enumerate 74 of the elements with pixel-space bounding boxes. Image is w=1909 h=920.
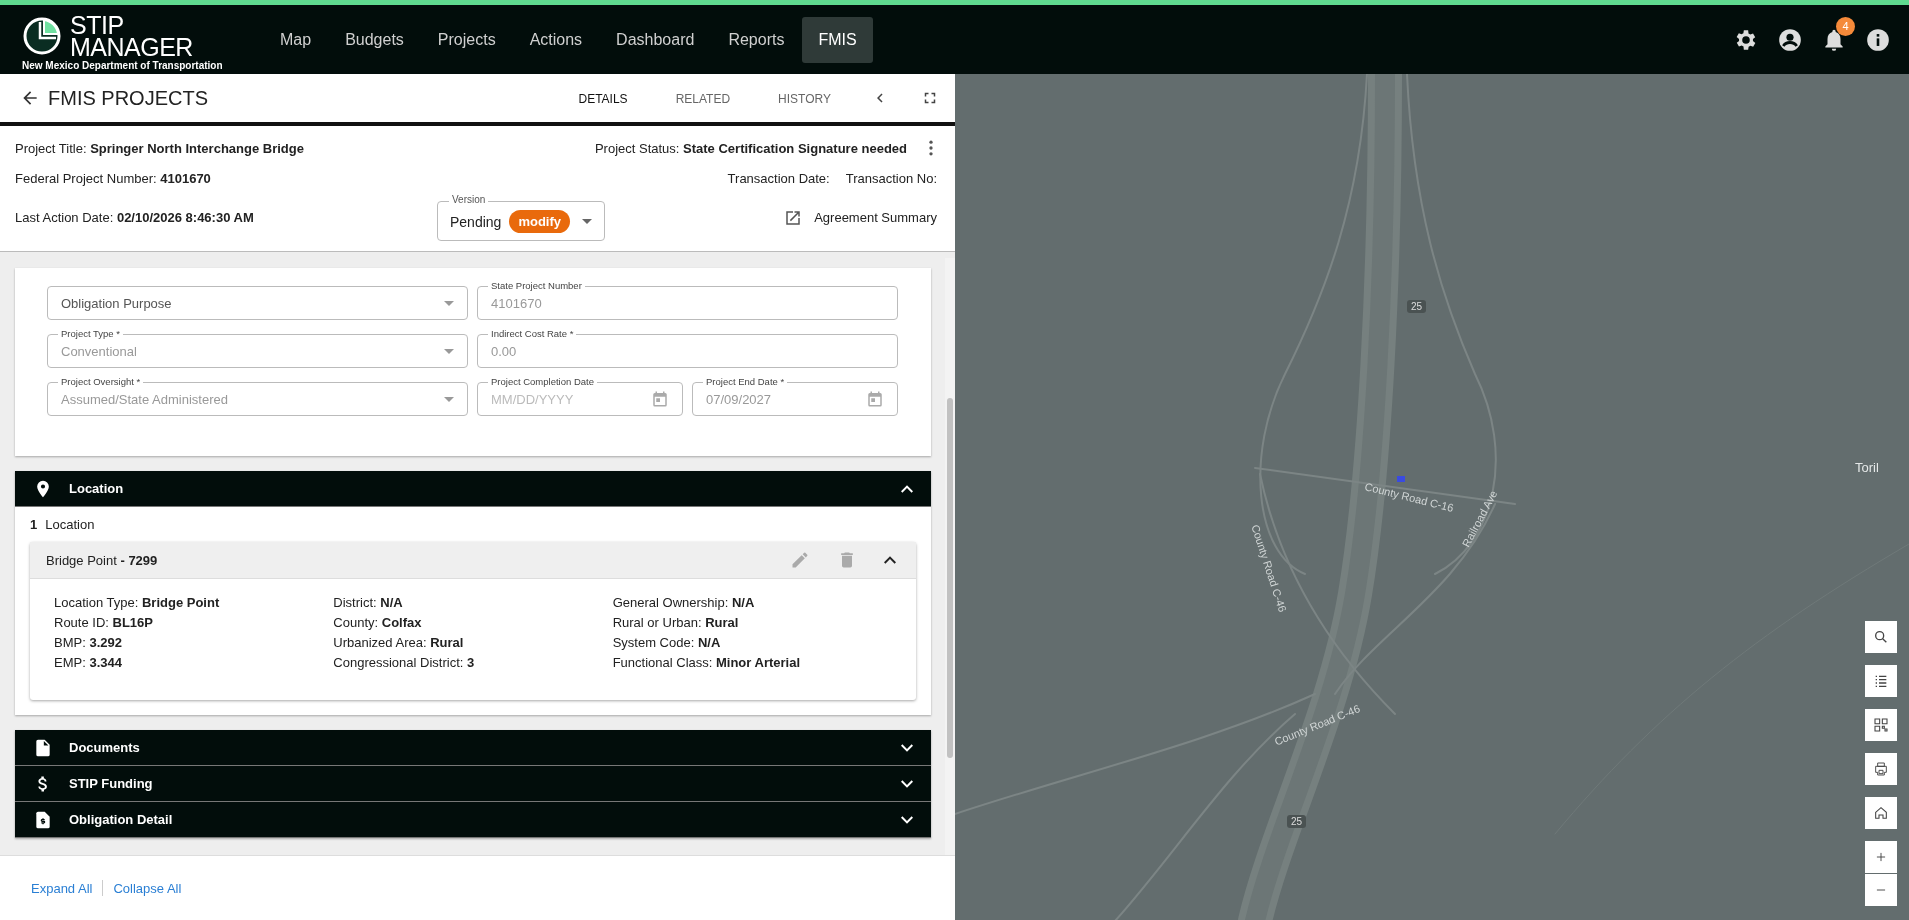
notification-count-badge: 4 bbox=[1836, 16, 1855, 36]
list-icon bbox=[1873, 673, 1889, 689]
location-detail-text: District: N/A bbox=[333, 595, 404, 610]
map-layers-button[interactable] bbox=[1865, 709, 1897, 741]
document-icon bbox=[33, 737, 53, 758]
grid-icon bbox=[1873, 717, 1889, 733]
search-icon bbox=[1873, 629, 1889, 645]
footer-link[interactable]: Expand All bbox=[31, 880, 93, 896]
tab[interactable]: HISTORY bbox=[754, 74, 855, 126]
last-action-date-text: Last Action Date: 02/10/2026 8:46:30 AM bbox=[15, 210, 255, 225]
panel-title: FMIS PROJECTS bbox=[48, 86, 208, 110]
highway-shield: 25 bbox=[1407, 300, 1427, 313]
home-icon bbox=[1873, 805, 1889, 821]
logo-title: MANAGER bbox=[70, 35, 193, 58]
highway-shield: 25 bbox=[1287, 815, 1307, 828]
project-title-text: Project Title: Springer North Interchange Bridge bbox=[15, 140, 304, 156]
nav-link[interactable]: FMIS bbox=[802, 16, 873, 63]
chevron-up-icon[interactable] bbox=[884, 556, 896, 564]
pie-chart-logo-icon bbox=[22, 15, 62, 56]
location-detail-text: EMP: 3.344 bbox=[54, 655, 123, 670]
dropdown-caret-icon bbox=[444, 348, 454, 354]
location-detail-text: County: Colfax bbox=[333, 615, 423, 630]
print-icon bbox=[1873, 761, 1889, 777]
dropdown-caret-icon bbox=[444, 300, 454, 306]
location-count-label: Location bbox=[45, 517, 95, 532]
footer-link[interactable]: Collapse All bbox=[113, 880, 182, 896]
place-label: Toril bbox=[1855, 460, 1879, 475]
section-header[interactable]: Obligation Detail bbox=[15, 802, 931, 838]
logo-subtitle: New Mexico Department of Transportation bbox=[22, 60, 223, 71]
invoice-icon bbox=[33, 809, 53, 830]
location-detail-text: Urbanized Area: Rural bbox=[333, 635, 465, 650]
nav-link[interactable]: Actions bbox=[513, 16, 599, 63]
location-detail-text: BMP: 3.292 bbox=[54, 635, 123, 650]
tab[interactable]: DETAILS bbox=[554, 74, 652, 126]
location-detail-text: System Code: N/A bbox=[612, 635, 722, 650]
location-detail-text: Rural or Urban: Rural bbox=[612, 615, 740, 630]
plus-icon bbox=[1874, 850, 1888, 864]
location-detail-text: Location Type: Bridge Point bbox=[54, 595, 221, 610]
nav-link[interactable]: Map bbox=[264, 16, 328, 63]
tab[interactable]: RELATED bbox=[651, 74, 755, 126]
section-header[interactable]: Documents bbox=[15, 730, 931, 766]
open-external-icon[interactable] bbox=[784, 208, 803, 227]
nav-link[interactable]: Projects bbox=[421, 16, 512, 63]
location-item-title: Bridge Point - 7299 bbox=[46, 552, 158, 568]
agreement-summary-link[interactable]: Agreement Summary bbox=[814, 210, 937, 225]
nav-link[interactable]: Reports bbox=[712, 16, 801, 63]
dropdown-caret-icon bbox=[582, 219, 592, 224]
section-header[interactable]: Location bbox=[15, 471, 931, 507]
location-count: 1 bbox=[30, 517, 38, 532]
transaction-number-label: Transaction No: bbox=[845, 170, 937, 186]
road-label: County Road C-46 bbox=[1272, 702, 1362, 748]
location-detail-text: Functional Class: Minor Arterial bbox=[612, 655, 801, 670]
map-print-button[interactable] bbox=[1865, 753, 1897, 785]
federal-project-number-text: Federal Project Number: 4101670 bbox=[15, 170, 211, 186]
map-search-button[interactable] bbox=[1865, 621, 1897, 653]
project-status-text: Project Status: State Certification Signature needed bbox=[594, 140, 907, 156]
nav-link[interactable]: Dashboard bbox=[600, 16, 711, 63]
road-label: County Road C-16 bbox=[1363, 480, 1455, 514]
info-icon[interactable] bbox=[1865, 26, 1891, 53]
road-label: County Road C-46 bbox=[1249, 523, 1289, 614]
version-dropdown[interactable]: Version Pending modify bbox=[437, 194, 605, 241]
scrollbar-thumb[interactable] bbox=[947, 398, 953, 758]
location-detail-text: Route ID: BL16P bbox=[54, 615, 154, 630]
map-legend-button[interactable] bbox=[1865, 665, 1897, 697]
account-icon[interactable] bbox=[1777, 26, 1803, 53]
location-detail-text: Congressional District: 3 bbox=[333, 655, 476, 670]
select-field[interactable]: Obligation Purpose bbox=[47, 286, 468, 320]
nav-link[interactable]: Budgets bbox=[329, 16, 420, 63]
location-detail-text: General Ownership: N/A bbox=[612, 595, 756, 610]
section-header[interactable]: STIP Funding bbox=[15, 766, 931, 802]
logo-title: STIP bbox=[70, 13, 124, 36]
dropdown-caret-icon bbox=[444, 396, 454, 402]
transaction-date-label: Transaction Date: bbox=[727, 170, 830, 186]
map-home-button[interactable] bbox=[1865, 797, 1897, 829]
